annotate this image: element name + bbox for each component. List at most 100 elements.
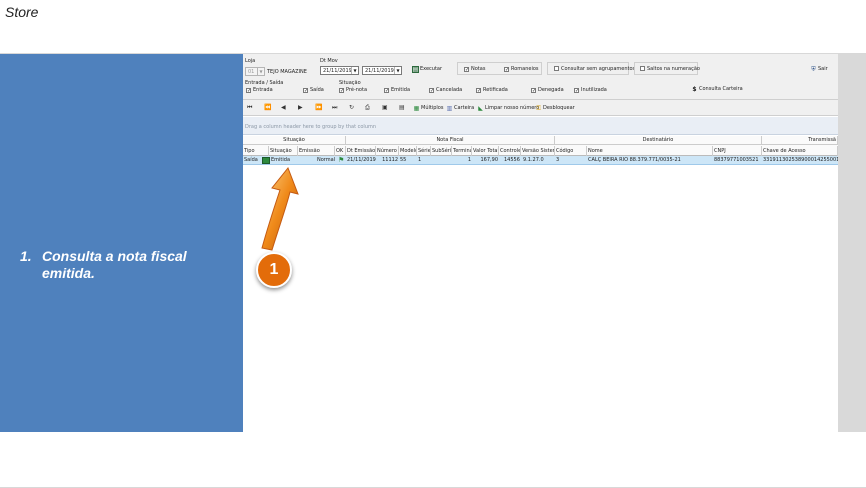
chevron-down-icon: ▼ <box>351 67 358 74</box>
cell-numero: 11112 <box>382 157 398 163</box>
page-title: Store <box>5 4 39 20</box>
col-subserie[interactable]: SubSérie <box>431 146 452 156</box>
sair-button[interactable]: ⛨ Sair <box>810 64 827 74</box>
limpar-button[interactable]: ◣ Limpar nosso número <box>477 103 539 113</box>
chevron-down-icon: ▼ <box>394 67 401 74</box>
cancelada-checkbox[interactable]: ✓ Cancelada <box>429 87 462 94</box>
step-number: 1. <box>20 248 32 264</box>
table-row[interactable]: Saída Emitida Normal ⚑ 21/11/2019 11112 … <box>243 156 838 165</box>
col-situacao[interactable]: Situação <box>269 146 298 156</box>
wallet-icon: ▥ <box>446 105 453 112</box>
next-page-icon[interactable]: ⏩ <box>315 103 322 113</box>
cell-nome: CALÇ BEIRA RIO 88.379.771/0035-21 <box>588 157 681 163</box>
print-icon[interactable]: ⎙ <box>365 103 370 113</box>
cell-modelo: 55 <box>400 157 407 163</box>
col-ok[interactable]: OK <box>335 146 346 156</box>
loja-label: Loja <box>245 58 256 64</box>
inutilizada-checkbox[interactable]: ✓ Inutilizada <box>574 87 607 94</box>
col-modelo[interactable]: Modelo <box>399 146 417 156</box>
band-nota-fiscal: Nota Fiscal <box>346 136 555 145</box>
col-dt-emissao[interactable]: Dt Emissão <box>346 146 376 156</box>
band-transmissao: Transmissã <box>762 136 838 145</box>
flag-icon: ⚑ <box>338 156 345 164</box>
col-versao[interactable]: Versão Sistema <box>521 146 555 156</box>
desbloquear-button[interactable]: ⚿ Desbloquear <box>535 103 575 113</box>
col-valor-total[interactable]: Valor Total <box>472 146 499 156</box>
date-from-input[interactable]: 21/11/2019 ▼ <box>320 66 359 75</box>
navigation-toolbar: ⏮ ⏪ ◀ ▶ ⏩ ⏭ ↻ ⎙ ▣ ▤ ▦ Múltiplos ▥ Carteira… <box>243 100 838 116</box>
exit-icon: ⛨ <box>811 66 816 73</box>
unlock-icon: ⚿ <box>536 105 541 112</box>
notas-checkbox[interactable]: ✓ Notas <box>464 66 485 73</box>
pre-nota-checkbox[interactable]: ✓ Pré-nota <box>339 87 367 94</box>
first-record-icon[interactable]: ⏮ <box>247 103 252 113</box>
prev-page-icon[interactable]: ⏪ <box>264 103 271 113</box>
situacao-label: Situação <box>339 80 361 86</box>
retificada-checkbox[interactable]: ✓ Retificada <box>476 87 508 94</box>
col-nome[interactable]: Nome <box>587 146 713 156</box>
step-callout-badge: 1 <box>256 252 292 288</box>
consulta-carteira-button[interactable]: $ Consulta Carteira <box>691 84 742 94</box>
cell-versao: 9.1.27.0 <box>523 157 544 163</box>
sem-agrupamentos-checkbox[interactable]: Consultar sem agrupamentos <box>554 66 635 72</box>
entrada-saida-label: Entrada / Saída <box>245 80 284 86</box>
cell-cnpj: 88379771003521 <box>714 157 759 163</box>
app-screenshot: Loja 01 ▼ TEJO MAGAZINE Dt Mov 21/11/2019… <box>243 54 838 432</box>
col-cnpj[interactable]: CNPJ <box>713 146 762 156</box>
multiplos-button[interactable]: ▦ Múltiplos <box>413 103 444 113</box>
entrada-checkbox[interactable]: ✓ Entrada <box>246 87 273 94</box>
saltos-checkbox[interactable]: Saltos na numeração <box>640 66 700 72</box>
group-panel-hint: Drag a column header here to group by th… <box>245 124 377 130</box>
col-codigo[interactable]: Código <box>555 146 587 156</box>
cell-emissao: Normal <box>317 157 335 163</box>
col-terminal[interactable]: Terminal <box>452 146 472 156</box>
execute-icon: ▤ <box>412 66 419 73</box>
cell-chave: 33191130253890001425500100 <box>763 157 838 163</box>
loja-code-select[interactable]: 01 ▼ <box>245 67 265 76</box>
preview-icon[interactable]: ▣ <box>382 103 388 113</box>
saltos-group: Saltos na numeração <box>634 62 700 75</box>
eraser-icon: ◣ <box>478 105 483 112</box>
filter-bar: Loja 01 ▼ TEJO MAGAZINE Dt Mov 21/11/2019… <box>243 54 838 100</box>
step-text: Consulta a nota fiscal emitida. <box>42 248 187 281</box>
date-to-input[interactable]: 21/11/2019 ▼ <box>362 66 402 75</box>
col-serie[interactable]: Série <box>417 146 431 156</box>
group-by-panel[interactable]: Drag a column header here to group by th… <box>243 117 838 135</box>
col-tipo[interactable]: Tipo <box>243 146 269 156</box>
multiple-icon: ▦ <box>413 105 420 112</box>
loja-name: TEJO MAGAZINE <box>267 69 307 75</box>
band-situacao: Situação <box>243 136 346 145</box>
last-record-icon[interactable]: ⏭ <box>332 103 337 113</box>
check-icon: ✓ <box>464 67 470 73</box>
cell-valor-total: 167,90 <box>480 157 499 163</box>
denegada-checkbox[interactable]: ✓ Denegada <box>531 87 564 94</box>
saida-checkbox[interactable]: ✓ Saída <box>303 87 324 94</box>
carteira-button[interactable]: ▥ Carteira <box>446 103 475 113</box>
cell-terminal: 1 <box>467 157 471 163</box>
col-numero[interactable]: Número <box>376 146 399 156</box>
col-controle[interactable]: Controle <box>499 146 521 156</box>
cell-serie: 1 <box>418 157 422 163</box>
dtmov-label: Dt Mov <box>320 58 338 64</box>
col-emissao[interactable]: Emissão <box>298 146 335 156</box>
agrupamentos-group: Consultar sem agrupamentos <box>547 62 635 75</box>
dollar-icon: $ <box>692 86 697 93</box>
document-icon[interactable]: ▤ <box>399 103 405 113</box>
cell-controle: 14556 <box>504 157 520 163</box>
check-icon: ✓ <box>504 67 510 73</box>
band-destinatario: Destinatário <box>555 136 762 145</box>
romaneios-checkbox[interactable]: ✓ Romaneios <box>504 66 539 73</box>
cell-dt-emissao: 21/11/2019 <box>347 157 376 163</box>
instruction-panel: 1. Consulta a nota fiscal emitida. <box>0 54 243 432</box>
tipo-group: ✓ Notas ✓ Romaneios <box>457 62 542 75</box>
next-record-icon[interactable]: ▶ <box>298 103 303 113</box>
col-chave[interactable]: Chave de Acesso <box>762 146 838 156</box>
chevron-down-icon: ▼ <box>257 68 264 75</box>
prev-record-icon[interactable]: ◀ <box>281 103 286 113</box>
executar-button[interactable]: ▤ Executar <box>412 64 442 74</box>
grid-header: Situação Nota Fiscal Destinatário Transm… <box>243 136 838 156</box>
cell-codigo: 3 <box>556 157 560 163</box>
emitida-checkbox[interactable]: ✓ Emitida <box>384 87 410 94</box>
refresh-icon[interactable]: ↻ <box>349 103 354 113</box>
right-margin <box>838 54 866 432</box>
